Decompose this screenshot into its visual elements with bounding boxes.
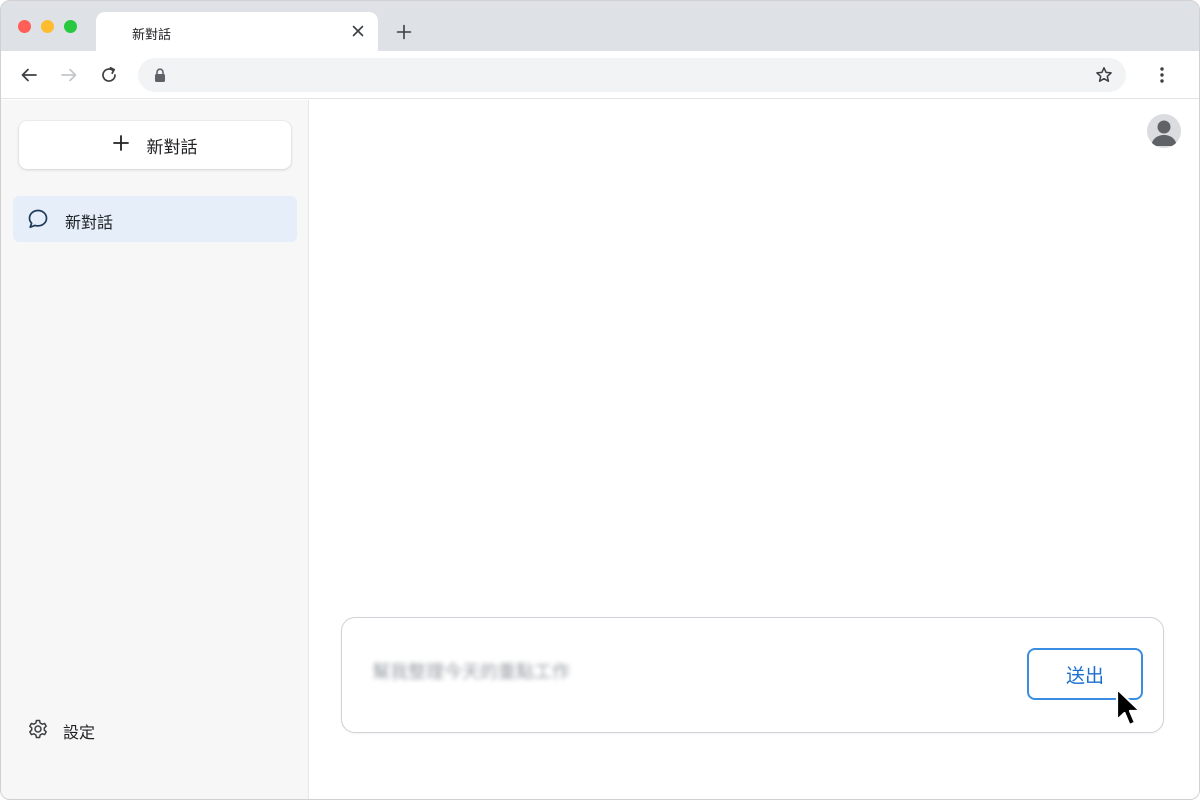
gear-icon xyxy=(27,718,49,744)
reload-icon[interactable] xyxy=(97,63,121,87)
tab-active[interactable]: 新對話 xyxy=(96,12,378,51)
window-close-button[interactable] xyxy=(18,20,31,33)
new-tab-icon[interactable] xyxy=(393,21,415,43)
tab-close-icon[interactable] xyxy=(348,21,368,41)
bookmark-star-icon[interactable] xyxy=(1094,65,1114,85)
chat-bubble-icon xyxy=(27,208,49,230)
forward-icon[interactable] xyxy=(57,63,81,87)
settings-button[interactable]: 設定 xyxy=(27,719,95,743)
window-minimize-button[interactable] xyxy=(41,20,54,33)
person-icon xyxy=(1151,120,1177,146)
message-composer: 送出 xyxy=(341,617,1164,733)
message-input[interactable] xyxy=(372,656,992,686)
window-maximize-button[interactable] xyxy=(64,20,77,33)
plus-icon xyxy=(112,135,129,155)
chat-main: 送出 xyxy=(310,100,1199,799)
browser-window: 新對話 新對話 新對話 設定 幫我整理今天的重點工作 送出 xyxy=(0,0,1200,800)
mouse-pointer-icon xyxy=(1115,687,1142,727)
lock-icon xyxy=(152,67,168,83)
tab-title: 新對話 xyxy=(132,28,172,43)
sidebar-item-new-chat[interactable]: 新對話 xyxy=(13,196,297,242)
new-chat-label: 新對話 xyxy=(146,137,198,158)
address-bar[interactable] xyxy=(138,58,1126,92)
browser-menu-icon[interactable] xyxy=(1150,63,1174,87)
back-icon[interactable] xyxy=(17,63,41,87)
settings-label: 設定 xyxy=(63,723,96,742)
browser-toolbar xyxy=(1,51,1199,99)
sidebar: 新對話 新對話 設定 xyxy=(1,100,309,799)
sidebar-item-label: 新對話 xyxy=(65,213,114,232)
user-avatar[interactable] xyxy=(1147,114,1181,148)
new-chat-button[interactable]: 新對話 xyxy=(19,121,291,169)
tab-strip: 新對話 xyxy=(1,1,1199,51)
